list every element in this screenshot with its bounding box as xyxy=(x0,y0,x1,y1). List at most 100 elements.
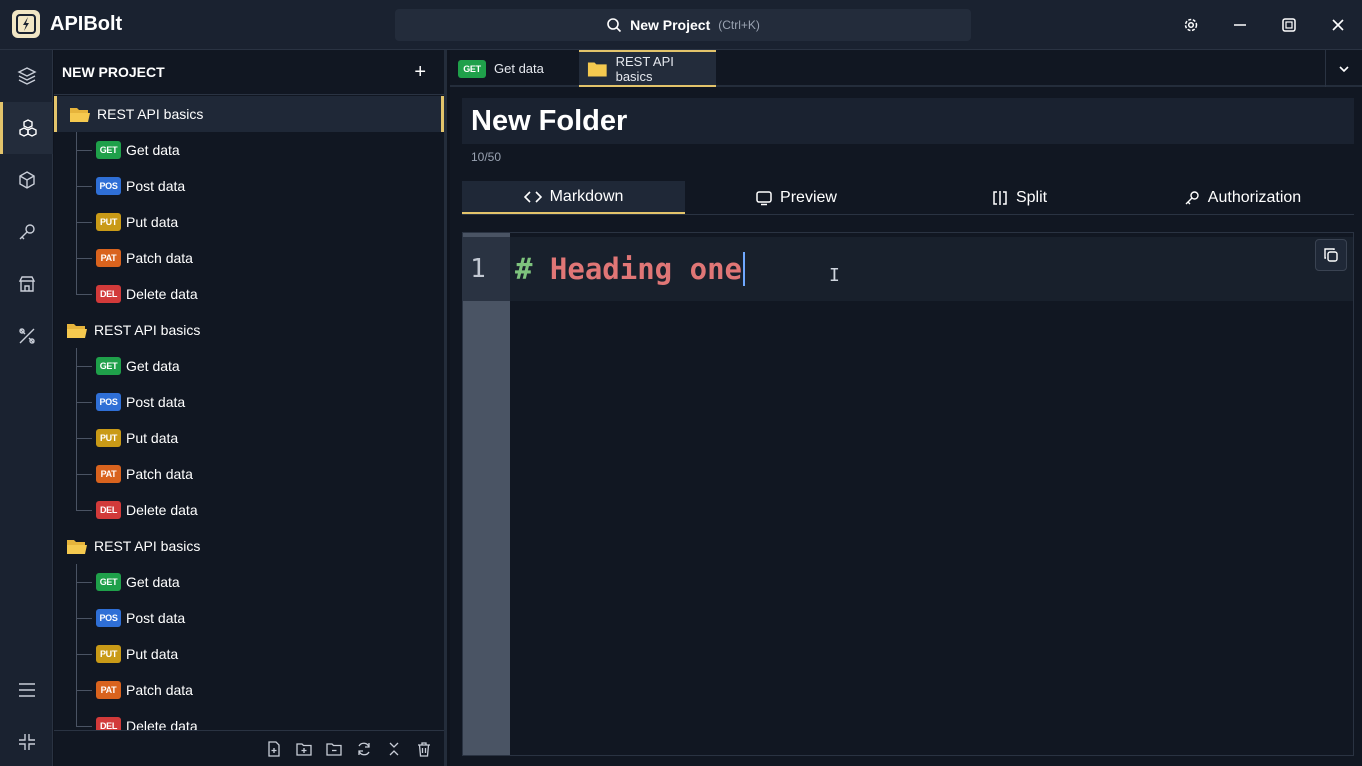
folder-open-icon xyxy=(67,324,87,338)
new-file-icon[interactable] xyxy=(266,740,282,757)
sidebar-toolbar xyxy=(54,730,444,766)
project-tree: REST API basics GET Get data POS Post data… xyxy=(54,96,444,730)
tab-authorization[interactable]: Authorization xyxy=(1131,181,1354,214)
tree-request[interactable]: GET Get data xyxy=(54,348,444,384)
tree-request[interactable]: POS Post data xyxy=(54,168,444,204)
line-gutter xyxy=(463,233,510,755)
search-icon xyxy=(607,18,622,33)
method-badge: PUT xyxy=(96,429,121,447)
method-badge: PUT xyxy=(96,213,121,231)
method-badge: GET xyxy=(96,573,121,591)
tree-request[interactable]: PUT Put data xyxy=(54,636,444,672)
method-badge: GET xyxy=(96,141,121,159)
collapse-arrows-icon xyxy=(18,734,35,750)
tab-preview[interactable]: Preview xyxy=(685,181,908,214)
folder-title-field[interactable]: New Folder xyxy=(462,98,1354,144)
chevron-down-icon xyxy=(1339,65,1349,72)
store-icon xyxy=(18,276,35,292)
folder-open-icon xyxy=(67,540,87,554)
project-title: NEW PROJECT xyxy=(62,64,165,80)
folder-icon xyxy=(587,61,607,76)
maximize-button[interactable] xyxy=(1264,0,1313,50)
code-line[interactable]: # Heading one xyxy=(515,237,745,301)
activity-collections[interactable] xyxy=(0,102,53,154)
cubes-icon xyxy=(19,119,37,137)
search-bar[interactable]: New Project (Ctrl+K) xyxy=(395,9,971,41)
folder-open-icon xyxy=(70,108,90,122)
new-folder-icon[interactable] xyxy=(296,741,312,757)
tree-request[interactable]: GET Get data xyxy=(54,132,444,168)
add-icon[interactable]: + xyxy=(414,62,426,82)
method-badge: GET xyxy=(96,357,121,375)
copy-button[interactable] xyxy=(1315,239,1347,271)
activity-layers[interactable] xyxy=(0,50,53,102)
tab-get-data[interactable]: GET Get data xyxy=(450,50,578,87)
page-title: New Folder xyxy=(471,104,628,137)
activity-menu[interactable] xyxy=(0,664,53,716)
layers-icon xyxy=(16,67,37,85)
title-bar: APIBolt New Project (Ctrl+K) xyxy=(0,0,1362,50)
refresh-icon[interactable] xyxy=(356,741,372,757)
activity-store[interactable] xyxy=(0,258,53,310)
settings-button[interactable] xyxy=(1166,0,1215,50)
ibeam-cursor-icon: I xyxy=(829,265,840,286)
app-brand: APIBolt xyxy=(12,10,122,38)
tree-request[interactable]: DEL Delete data xyxy=(54,276,444,312)
markdown-heading-marker: # xyxy=(515,252,533,286)
method-badge: GET xyxy=(458,59,486,78)
tab-rest-api-basics[interactable]: REST API basics xyxy=(579,50,716,87)
close-button[interactable] xyxy=(1313,0,1362,50)
markdown-heading-text: Heading one xyxy=(532,252,742,286)
activity-collapse[interactable] xyxy=(0,716,53,766)
tree-request[interactable]: PUT Put data xyxy=(54,204,444,240)
method-badge: PAT xyxy=(96,249,121,267)
tree-request[interactable]: PAT Patch data xyxy=(54,456,444,492)
search-shortcut: (Ctrl+K) xyxy=(718,18,760,32)
hamburger-icon xyxy=(18,683,35,697)
activity-tools[interactable] xyxy=(0,310,53,362)
sidebar-header: NEW PROJECT + xyxy=(54,50,444,95)
maximize-icon xyxy=(1281,18,1296,32)
tools-icon xyxy=(18,328,35,344)
line-number: 1 xyxy=(470,254,486,284)
tree-request[interactable]: POS Post data xyxy=(54,384,444,420)
tree-request[interactable]: DEL Delete data xyxy=(54,708,444,730)
markdown-editor[interactable]: 1 # Heading one I xyxy=(462,232,1354,756)
search-text: New Project xyxy=(630,17,711,33)
method-badge: POS xyxy=(96,609,121,627)
minimize-button[interactable] xyxy=(1215,0,1264,50)
sidebar: NEW PROJECT + REST API basics GET Get dat… xyxy=(54,50,447,766)
tab-split[interactable]: Split xyxy=(908,181,1131,214)
copy-icon xyxy=(1324,248,1338,262)
collapse-all-icon[interactable] xyxy=(386,741,402,757)
tree-folder[interactable]: REST API basics xyxy=(54,312,444,348)
tree-request[interactable]: PUT Put data xyxy=(54,420,444,456)
split-icon xyxy=(993,190,1007,205)
method-badge: PUT xyxy=(96,645,121,663)
method-badge: POS xyxy=(96,177,121,195)
tab-markdown[interactable]: Markdown xyxy=(462,181,685,214)
main-panel: GET Get data REST API basics New Folder … xyxy=(450,50,1362,766)
tree-folder[interactable]: REST API basics xyxy=(54,96,444,132)
method-badge: DEL xyxy=(96,501,121,519)
import-folder-icon[interactable] xyxy=(326,741,342,757)
tree-request[interactable]: PAT Patch data xyxy=(54,672,444,708)
bolt-logo-icon xyxy=(12,10,40,38)
tabs-dropdown-button[interactable] xyxy=(1325,50,1362,87)
tree-folder[interactable]: REST API basics xyxy=(54,528,444,564)
key-icon xyxy=(1185,190,1199,204)
tree-request[interactable]: GET Get data xyxy=(54,564,444,600)
activity-box[interactable] xyxy=(0,154,53,206)
tree-request[interactable]: POS Post data xyxy=(54,600,444,636)
method-badge: PAT xyxy=(96,465,121,483)
activity-bar xyxy=(0,50,53,766)
tree-request[interactable]: DEL Delete data xyxy=(54,492,444,528)
key-icon xyxy=(19,224,35,240)
trash-icon[interactable] xyxy=(416,741,432,757)
tree-request[interactable]: PAT Patch data xyxy=(54,240,444,276)
method-badge: POS xyxy=(96,393,121,411)
box-icon xyxy=(18,171,35,189)
character-count: 10/50 xyxy=(471,150,502,164)
activity-keys[interactable] xyxy=(0,206,53,258)
view-tabs: Markdown Preview Split Authorization xyxy=(462,181,1354,215)
